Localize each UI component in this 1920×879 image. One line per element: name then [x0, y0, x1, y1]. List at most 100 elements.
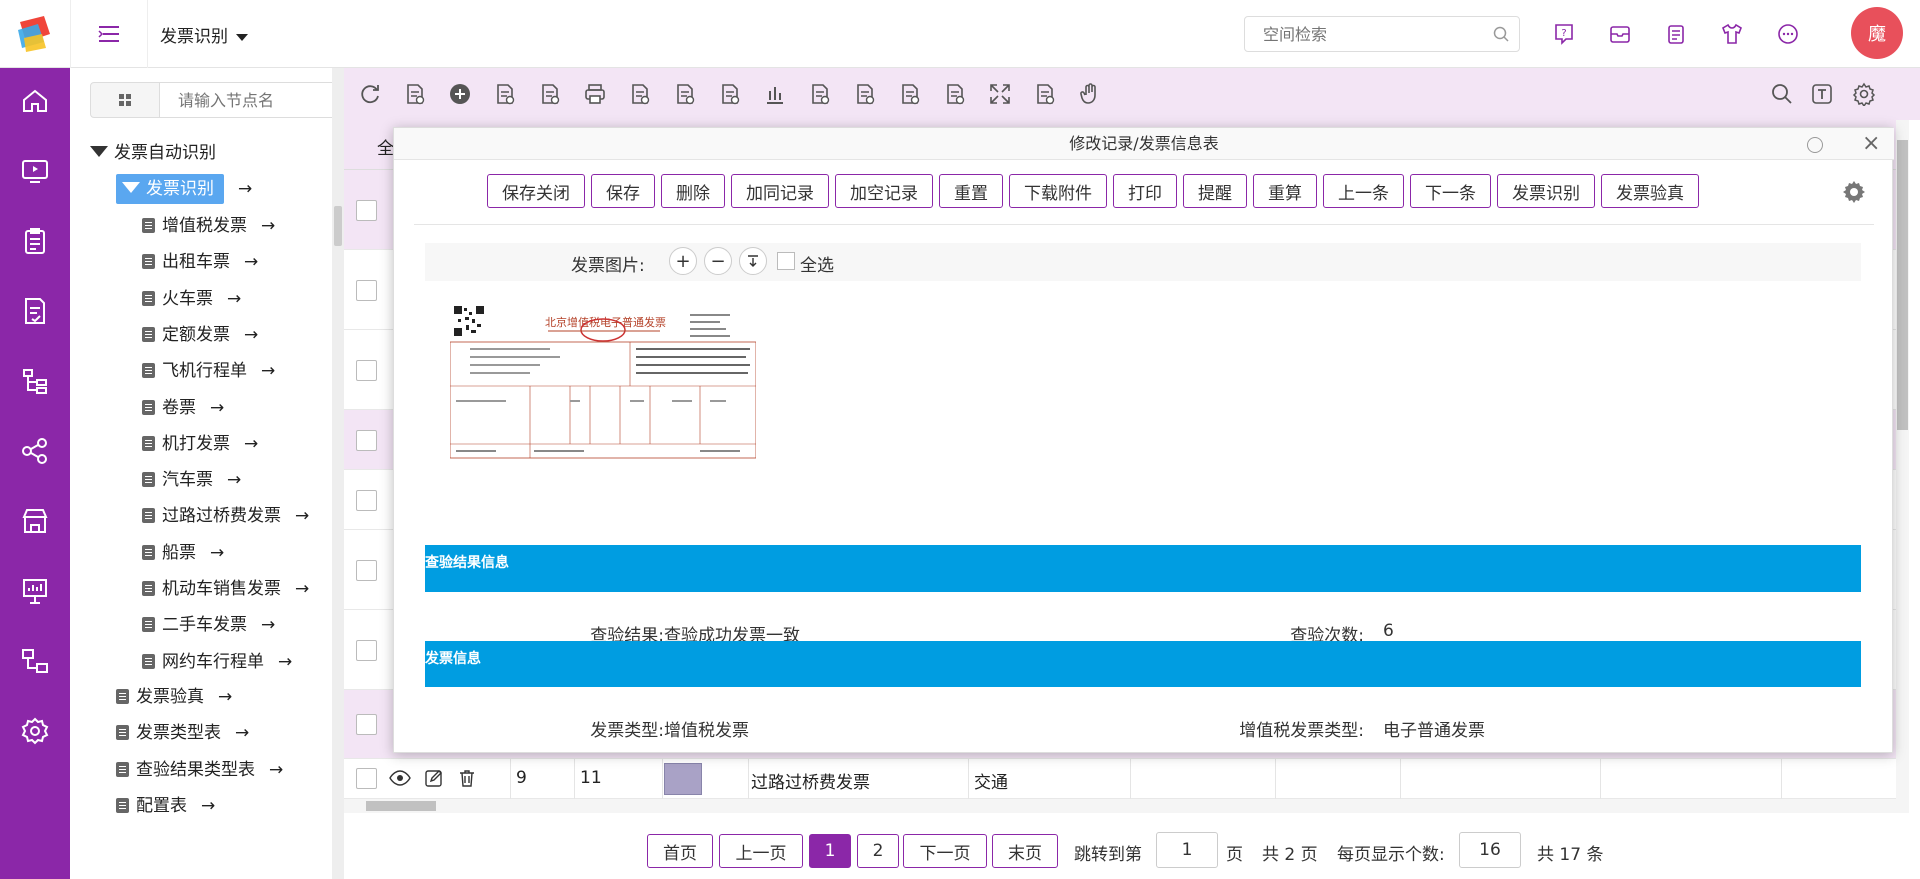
tree-node-arrow[interactable]: →: [238, 179, 252, 199]
previous-record-button[interactable]: 上一条: [1323, 174, 1404, 208]
tree-search-input[interactable]: [160, 83, 350, 117]
tree-node-child[interactable]: 二手车发票 →: [142, 610, 275, 640]
reset-button[interactable]: 重置: [939, 174, 1003, 208]
table-row[interactable]: 9 11 过路过桥费发票 交通: [344, 759, 1909, 799]
notepad-icon[interactable]: [1660, 18, 1691, 50]
search-icon[interactable]: [1493, 26, 1509, 42]
select-all-header[interactable]: 全: [377, 134, 394, 159]
per-page-input[interactable]: 16: [1459, 832, 1521, 868]
tree-node-arrow[interactable]: →: [278, 652, 292, 672]
tree-node-sibling[interactable]: 发票验真 →: [116, 682, 232, 712]
tree-node-child[interactable]: 船票 →: [142, 538, 224, 568]
gear-icon[interactable]: [1842, 180, 1866, 204]
tree-node-arrow[interactable]: →: [210, 398, 224, 418]
org-tree-icon[interactable]: [20, 366, 50, 396]
recalculate-button[interactable]: 重算: [1253, 174, 1317, 208]
monitor-play-icon[interactable]: [20, 156, 50, 186]
download-attachment-button[interactable]: 下载附件: [1009, 174, 1107, 208]
select-all-checkbox[interactable]: [777, 252, 795, 270]
remind-button[interactable]: 提醒: [1183, 174, 1247, 208]
refresh-icon[interactable]: [356, 80, 384, 108]
row-checkbox[interactable]: [356, 429, 377, 451]
row-checkbox[interactable]: [356, 559, 377, 581]
zoom-in-button[interactable]: +: [669, 247, 697, 275]
row-checkbox[interactable]: [356, 359, 377, 381]
edit-icon[interactable]: [424, 768, 444, 788]
save-close-button[interactable]: 保存关闭: [487, 174, 585, 208]
tree-node-arrow[interactable]: →: [295, 506, 309, 526]
document-check-icon[interactable]: [20, 296, 50, 326]
caret-down-icon[interactable]: [122, 182, 140, 193]
doc-share-icon[interactable]: [941, 80, 969, 108]
print-add-icon[interactable]: [626, 80, 654, 108]
flow-icon[interactable]: [20, 646, 50, 676]
tree-node-arrow[interactable]: →: [201, 796, 215, 816]
space-search-input[interactable]: [1245, 17, 1475, 51]
invoice-image[interactable]: 北京增值税电子普通发票: [449, 304, 757, 460]
next-page-button[interactable]: 下一页: [903, 834, 987, 868]
tree-node-root[interactable]: 发票自动识别: [90, 138, 216, 168]
tree-node-child[interactable]: 机动车销售发票 →: [142, 574, 309, 604]
page-1-button[interactable]: 1: [809, 834, 851, 868]
text-format-icon[interactable]: [1808, 80, 1836, 108]
print-settings-icon[interactable]: [671, 80, 699, 108]
duplicate-record-button[interactable]: 加同记录: [731, 174, 829, 208]
help-icon[interactable]: ?: [1548, 18, 1579, 50]
tree-node-arrow[interactable]: →: [269, 760, 283, 780]
presentation-icon[interactable]: [20, 576, 50, 606]
share-out-icon[interactable]: [806, 80, 834, 108]
fullscreen-icon[interactable]: [986, 80, 1014, 108]
vertical-scroll-thumb[interactable]: [1897, 140, 1908, 430]
row-checkbox[interactable]: [356, 489, 377, 511]
print-button[interactable]: 打印: [1113, 174, 1177, 208]
space-search[interactable]: [1244, 16, 1520, 52]
tree-node-arrow[interactable]: →: [261, 615, 275, 635]
mail-icon[interactable]: [1604, 18, 1635, 50]
caret-down-icon[interactable]: [90, 146, 108, 157]
doc-delete-icon[interactable]: [536, 80, 564, 108]
tree-node-arrow[interactable]: →: [210, 543, 224, 563]
share-icon[interactable]: [20, 436, 50, 466]
tree-node-child[interactable]: 火车票 →: [142, 284, 241, 314]
tree-node-arrow[interactable]: →: [227, 470, 241, 490]
eye-icon[interactable]: [389, 770, 411, 786]
import-icon[interactable]: [851, 80, 879, 108]
sidebar-splitter[interactable]: [332, 68, 344, 879]
hand-icon[interactable]: [1076, 80, 1104, 108]
chat-icon[interactable]: [1772, 18, 1803, 50]
tree-node-child[interactable]: 飞机行程单 →: [142, 356, 275, 386]
row-checkbox[interactable]: [356, 279, 377, 301]
tree-node-sibling[interactable]: 配置表 →: [116, 791, 215, 821]
tree-node-arrow[interactable]: →: [261, 216, 275, 236]
menu-toggle-button[interactable]: [70, 0, 148, 68]
horizontal-scroll-thumb[interactable]: [366, 801, 436, 811]
vertical-scrollbar[interactable]: [1896, 120, 1909, 799]
clipboard-icon[interactable]: [20, 226, 50, 256]
invoice-verify-button[interactable]: 发票验真: [1601, 174, 1699, 208]
selected-node-box[interactable]: 发票识别: [116, 174, 224, 204]
user-avatar[interactable]: 魔: [1851, 7, 1903, 59]
add-blank-record-button[interactable]: 加空记录: [835, 174, 933, 208]
store-icon[interactable]: [20, 506, 50, 536]
save-button[interactable]: 保存: [591, 174, 655, 208]
export-excel-icon[interactable]: [401, 80, 429, 108]
tree-node-selected[interactable]: 发票识别 →: [116, 174, 252, 204]
doc-arrow-icon[interactable]: [716, 80, 744, 108]
settings-icon[interactable]: [1850, 80, 1878, 108]
tree-node-sibling[interactable]: 查验结果类型表 →: [116, 755, 283, 785]
tree-node-child[interactable]: 过路过桥费发票 →: [142, 501, 309, 531]
settings-icon[interactable]: [20, 716, 50, 746]
trash-icon[interactable]: [457, 768, 477, 788]
search-icon[interactable]: [1768, 80, 1796, 108]
tree-node-arrow[interactable]: →: [244, 325, 258, 345]
tree-node-arrow[interactable]: →: [244, 252, 258, 272]
add-circle-icon[interactable]: [446, 80, 474, 108]
invoice-recognize-button[interactable]: 发票识别: [1497, 174, 1595, 208]
row-checkbox[interactable]: [356, 639, 377, 661]
prev-page-button[interactable]: 上一页: [719, 834, 803, 868]
print-icon[interactable]: [581, 80, 609, 108]
app-title-dropdown[interactable]: 发票识别: [160, 22, 248, 47]
tree-node-arrow[interactable]: →: [295, 579, 309, 599]
tree-node-arrow[interactable]: →: [235, 723, 249, 743]
splitter-grip[interactable]: [334, 206, 342, 246]
